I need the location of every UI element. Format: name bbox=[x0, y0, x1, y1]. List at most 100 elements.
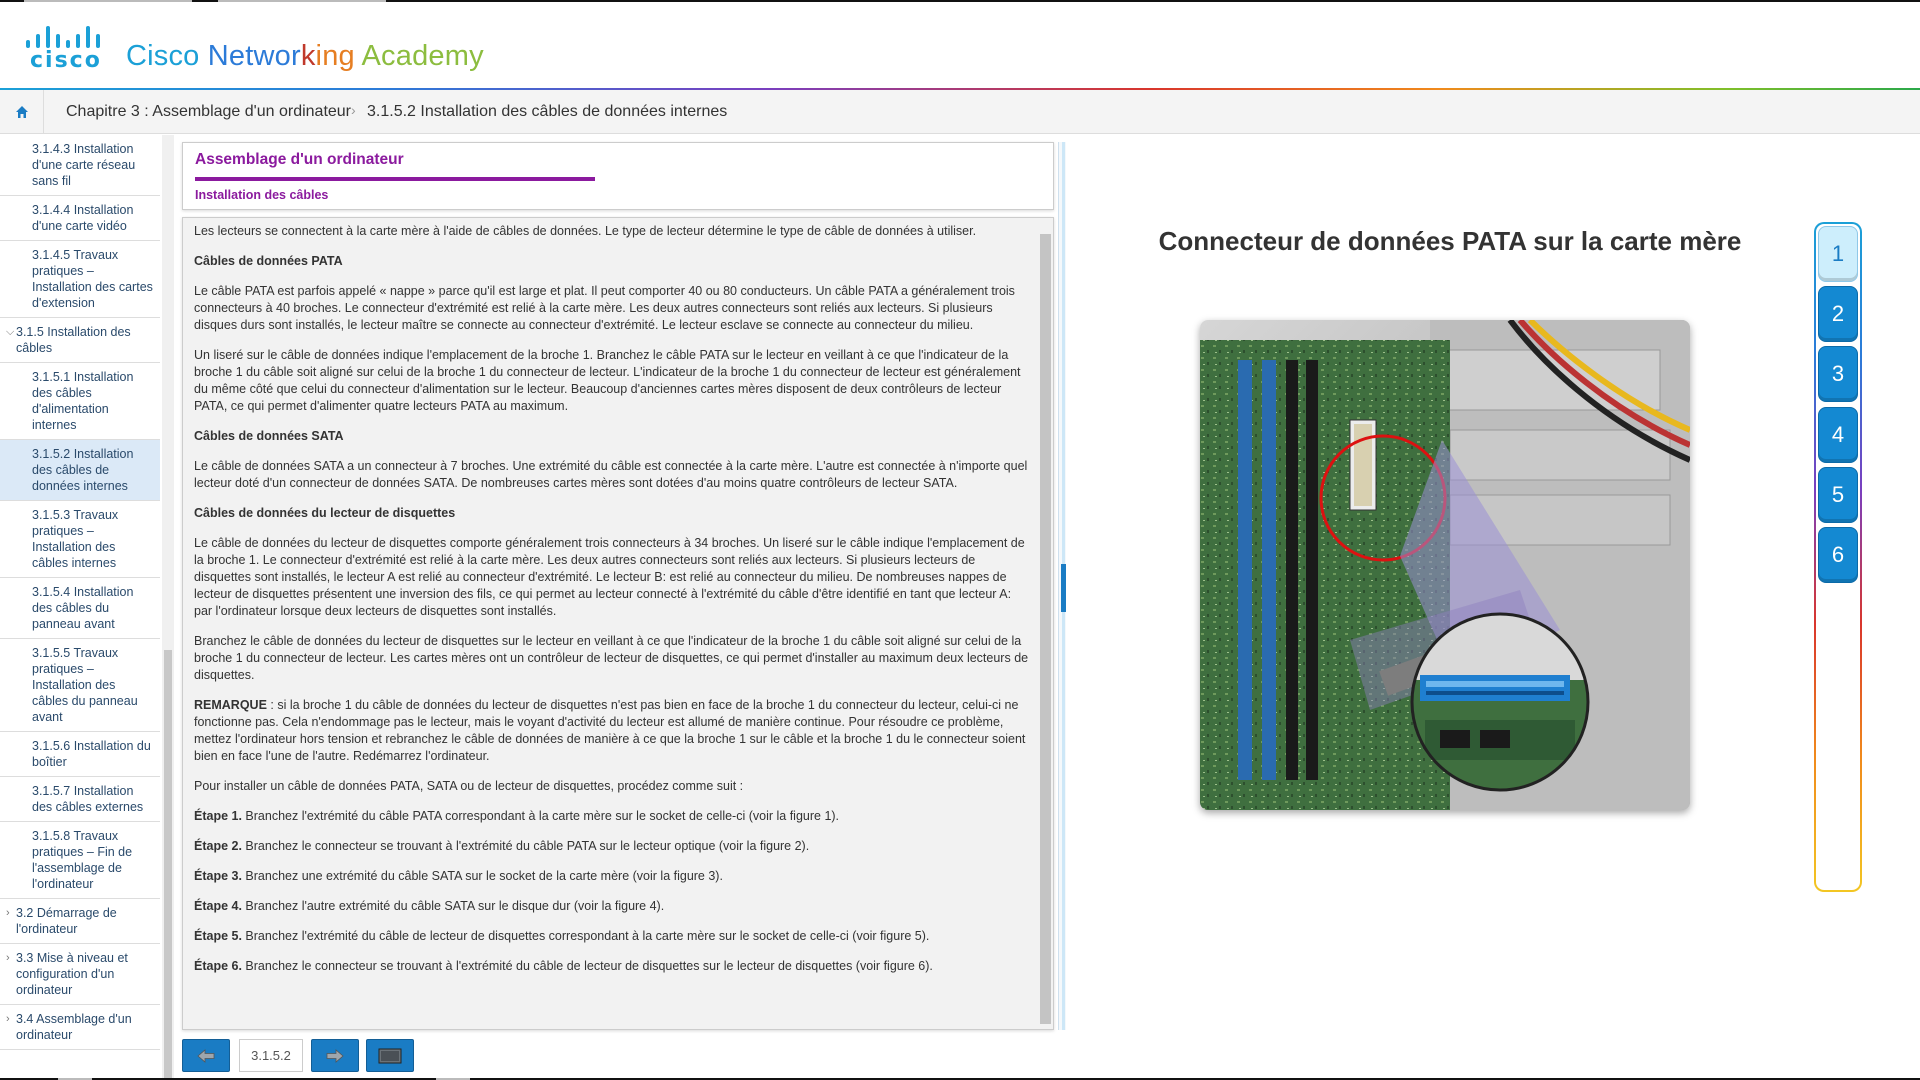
sidebar-item[interactable]: › 3.2 Démarrage de l'ordinateur bbox=[0, 899, 160, 944]
cisco-logo: cisco bbox=[24, 24, 104, 73]
sidebar-item-label: 3.3 Mise à niveau et configuration d'un … bbox=[16, 951, 128, 997]
panel-splitter[interactable] bbox=[1058, 142, 1066, 1030]
chevron-right-icon: › bbox=[6, 1013, 10, 1025]
step-item: Étape 6. Branchez le connecteur se trouv… bbox=[194, 958, 1029, 975]
sidebar-item[interactable]: 3.1.4.5 Travaux pratiques – Installation… bbox=[0, 241, 160, 318]
sidebar-item[interactable]: 3.1.5.6 Installation du boîtier bbox=[0, 732, 160, 777]
figure-tabs: 1 2 3 4 5 6 bbox=[1814, 222, 1862, 892]
academy-title: Cisco Networking Academy bbox=[126, 40, 484, 73]
step-label: Étape 1. bbox=[194, 809, 242, 823]
figure-tab-5[interactable]: 5 bbox=[1818, 467, 1858, 523]
step-label: Étape 4. bbox=[194, 899, 242, 913]
paragraph: Le câble PATA est parfois appelé « nappe… bbox=[194, 284, 1015, 332]
sidebar-item[interactable]: 3.1.5.2 Installation des câbles de donné… bbox=[0, 440, 160, 501]
sidebar-item[interactable]: 3.1.5.4 Installation des câbles du panne… bbox=[0, 578, 160, 639]
home-button[interactable] bbox=[0, 90, 44, 134]
sidebar-scroll-thumb[interactable] bbox=[164, 650, 172, 1080]
sidebar-item-label: 3.1.4.5 Travaux pratiques – Installation… bbox=[32, 248, 153, 310]
step-item: Étape 1. Branchez l'extrémité du câble P… bbox=[194, 808, 1029, 825]
panel-header: Assemblage d'un ordinateur Installation … bbox=[182, 142, 1054, 210]
breadcrumb: Chapitre 3 : Assemblage d'un ordinateur … bbox=[0, 90, 1920, 134]
splitter-handle[interactable] bbox=[1061, 564, 1066, 612]
chevron-down-icon: ⌵ bbox=[6, 326, 15, 338]
cisco-logo-word: cisco bbox=[30, 48, 102, 73]
step-label: Étape 3. bbox=[194, 869, 242, 883]
note-label: REMARQUE bbox=[194, 698, 267, 712]
panel-subtitle: Installation des câbles bbox=[195, 188, 329, 202]
chevron-right-icon: › bbox=[6, 907, 10, 919]
title-rule bbox=[195, 177, 595, 181]
sidebar-item-label: 3.1.5 Installation des câbles bbox=[16, 325, 131, 355]
body-text: Les lecteurs se connectent à la carte mè… bbox=[194, 223, 1029, 988]
sidebar-item[interactable]: 3.1.5.5 Travaux pratiques – Installation… bbox=[0, 639, 160, 732]
home-icon bbox=[15, 106, 28, 118]
section-heading: Câbles de données SATA bbox=[194, 429, 344, 443]
sidebar-scrollbar[interactable] bbox=[162, 135, 174, 1080]
sidebar-item[interactable]: 3.1.5.8 Travaux pratiques – Fin de l'ass… bbox=[0, 822, 160, 899]
step-text: Branchez une extrémité du câble SATA sur… bbox=[241, 869, 723, 883]
paragraph: Le câble de données SATA a un connecteur… bbox=[194, 459, 1028, 490]
sidebar-item-label: 3.1.5.8 Travaux pratiques – Fin de l'ass… bbox=[32, 829, 133, 891]
breadcrumb-chapter[interactable]: Chapitre 3 : Assemblage d'un ordinateur bbox=[66, 103, 351, 121]
next-button[interactable] bbox=[311, 1039, 359, 1072]
content-scrollbar[interactable] bbox=[1040, 234, 1051, 1024]
step-item: Étape 5. Branchez l'extrémité du câble d… bbox=[194, 928, 1029, 945]
sidebar-item[interactable]: ⌵ 3.1.5 Installation des câbles bbox=[0, 318, 160, 363]
note-text: : si la broche 1 du câble de données du … bbox=[194, 698, 1026, 763]
fullscreen-button[interactable] bbox=[366, 1039, 414, 1072]
academy-part: ing bbox=[315, 40, 362, 72]
figure-image bbox=[1200, 320, 1690, 810]
breadcrumb-current: 3.1.5.2 Installation des câbles de donné… bbox=[367, 103, 728, 120]
sidebar-item-label: 3.1.5.5 Travaux pratiques – Installation… bbox=[32, 646, 138, 724]
sidebar-item[interactable]: 3.1.5.7 Installation des câbles externes bbox=[0, 777, 160, 822]
step-text: Branchez l'autre extrémité du câble SATA… bbox=[241, 899, 665, 913]
figure-tab-6[interactable]: 6 bbox=[1818, 527, 1858, 583]
page-number: 3.1.5.2 bbox=[239, 1039, 303, 1072]
academy-part: Academy bbox=[361, 40, 484, 72]
sidebar-item[interactable]: › 3.3 Mise à niveau et configuration d'un… bbox=[0, 944, 160, 1005]
intro-text: Les lecteurs se connectent à la carte mè… bbox=[194, 224, 977, 238]
step-text: Branchez le connecteur se trouvant à l'e… bbox=[241, 839, 810, 853]
figure-tab-1[interactable]: 1 bbox=[1818, 226, 1858, 282]
paragraph: Branchez le câble de données du lecteur … bbox=[194, 634, 1029, 682]
sidebar-item-label: 3.4 Assemblage d'un ordinateur bbox=[16, 1012, 132, 1042]
panel-title: Assemblage d'un ordinateur bbox=[195, 151, 404, 168]
sidebar-item-label: 3.1.5.1 Installation des câbles d'alimen… bbox=[32, 370, 134, 432]
note-paragraph: REMARQUE : si la broche 1 du câble de do… bbox=[194, 697, 1029, 765]
step-label: Étape 2. bbox=[194, 839, 242, 853]
section-heading: Câbles de données du lecteur de disquett… bbox=[194, 506, 456, 520]
arrow-left-icon bbox=[197, 1048, 215, 1063]
figure-title: Connecteur de données PATA sur la carte … bbox=[1158, 226, 1742, 256]
panel-body: Les lecteurs se connectent à la carte mè… bbox=[182, 217, 1054, 1030]
paragraph: Le câble de données du lecteur de disque… bbox=[194, 536, 1025, 618]
content-scroll-thumb[interactable] bbox=[1040, 234, 1051, 1024]
arrow-right-icon bbox=[326, 1048, 344, 1063]
app-header: cisco Cisco Networking Academy bbox=[0, 2, 1920, 88]
step-text: Branchez le connecteur se trouvant à l'e… bbox=[241, 959, 933, 973]
figure-tab-3[interactable]: 3 bbox=[1818, 346, 1858, 402]
sidebar-item-label: 3.1.5.4 Installation des câbles du panne… bbox=[32, 585, 134, 631]
breadcrumb-separator: › bbox=[351, 102, 356, 118]
sidebar-item[interactable]: 3.1.4.3 Installation d'une carte réseau … bbox=[0, 135, 160, 196]
section-heading: Câbles de données PATA bbox=[194, 254, 343, 268]
sidebar: 3.1.4.3 Installation d'une carte réseau … bbox=[0, 135, 175, 1080]
figure-tab-2[interactable]: 2 bbox=[1818, 286, 1858, 342]
sidebar-item[interactable]: 3.1.5.1 Installation des câbles d'alimen… bbox=[0, 363, 160, 440]
step-text: Branchez l'extrémité du câble PATA corre… bbox=[241, 809, 840, 823]
screen-icon bbox=[378, 1048, 402, 1063]
step-item: Étape 4. Branchez l'autre extrémité du c… bbox=[194, 898, 1029, 915]
sidebar-item-label: 3.1.5.3 Travaux pratiques – Installation… bbox=[32, 508, 119, 570]
sidebar-item-label: 3.1.5.2 Installation des câbles de donné… bbox=[32, 447, 134, 493]
figure-tab-4[interactable]: 4 bbox=[1818, 407, 1858, 463]
academy-part: Networ bbox=[207, 40, 301, 72]
sidebar-item[interactable]: 3.1.5.3 Travaux pratiques – Installation… bbox=[0, 501, 160, 578]
step-label: Étape 5. bbox=[194, 929, 242, 943]
sidebar-item[interactable]: 3.1.4.4 Installation d'une carte vidéo bbox=[0, 196, 160, 241]
cisco-bars-icon bbox=[24, 24, 104, 48]
sidebar-item[interactable]: › 3.4 Assemblage d'un ordinateur bbox=[0, 1005, 160, 1050]
motherboard-illustration bbox=[1200, 320, 1690, 810]
sidebar-item-label: 3.2 Démarrage de l'ordinateur bbox=[16, 906, 117, 936]
content-panel: Assemblage d'un ordinateur Installation … bbox=[182, 142, 1054, 1030]
previous-button[interactable] bbox=[182, 1039, 230, 1072]
academy-part: k bbox=[300, 40, 316, 72]
